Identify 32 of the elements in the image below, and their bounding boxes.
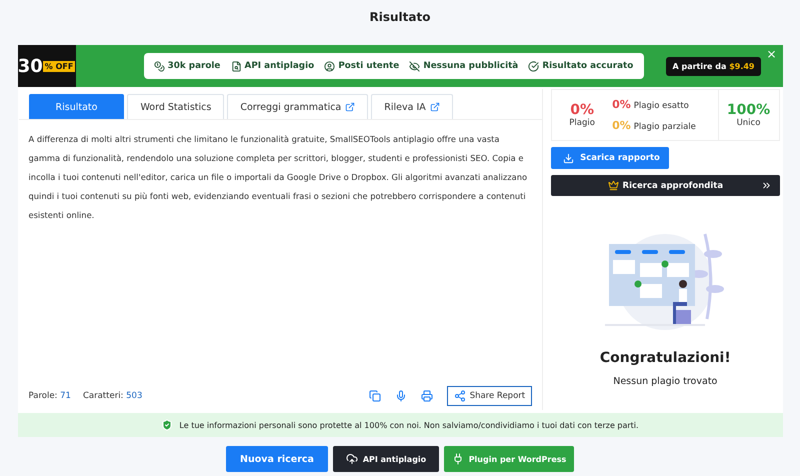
privacy-text: Le tue informazioni personali sono protette al 100% con noi. Non salviamo/condividiamo i tuoi dati con terze parti.	[179, 420, 639, 430]
feature-label: 30k parole	[154, 60, 220, 72]
count-label: Caratteri: 503	[82, 391, 142, 401]
tab[interactable]: Word Statistics	[127, 94, 224, 119]
count-label: Parole: 71	[28, 391, 71, 401]
feature-label: Nessuna pubblicità	[409, 60, 518, 72]
action-button[interactable]: Nuova ricerca	[226, 446, 328, 472]
discount-label: % OFF	[42, 60, 76, 72]
feature-label: Risultato accurato	[528, 60, 634, 72]
download-button[interactable]: Scarica rapporto	[551, 147, 670, 169]
exact-value: 0%	[612, 98, 631, 111]
tab[interactable]: Rileva IA	[371, 94, 453, 119]
text-paragraph: A differenza di molti altri strumenti che limitano le funzionalità gratuite, SmallSEOTools antiplagio offre una vasta gamma di funzionalità, rendendolo una soluzione completa per scrittori, blogger, studenti e professionisti SEO. Copia e incolla i tuoi contenuti nell'editor, carica un file o importali da Google Drive o Dropbox. Gli algoritmi avanzati analizzano quindi i tuoi contenuti su più fonti web, evidenziando eventuali frasi o sezioni che potrebbero corrispondere a contenuti esistenti online.	[28, 133, 528, 222]
result-title: Congratulazioni!	[598, 350, 732, 366]
exact-label: Plagio esatto	[634, 101, 689, 111]
unique-label: Unico	[736, 118, 760, 128]
page-title: Risultato	[370, 10, 430, 26]
discount-number: 30	[18, 56, 43, 76]
plagio-value: 0%	[570, 102, 594, 118]
plagio-label: Plagio	[569, 118, 595, 128]
tab[interactable]: Correggi grammatica	[227, 94, 368, 119]
feature-label: Posti utente	[324, 60, 400, 72]
partial-label: Plagio parziale	[634, 122, 696, 132]
price-button[interactable]: A partire da $9.49	[666, 56, 760, 76]
share-report-button[interactable]: Share Report	[446, 386, 532, 406]
partial-value: 0%	[612, 119, 631, 132]
feature-label: API antiplagio	[230, 60, 314, 72]
action-button[interactable]: API antiplagio	[333, 446, 439, 472]
unique-value: 100%	[726, 102, 770, 118]
tab[interactable]: Risultato	[28, 94, 124, 119]
result-subtitle: Nessun plagio trovato	[612, 376, 718, 387]
deep-search-button[interactable]: Ricerca approfondita	[551, 175, 780, 196]
